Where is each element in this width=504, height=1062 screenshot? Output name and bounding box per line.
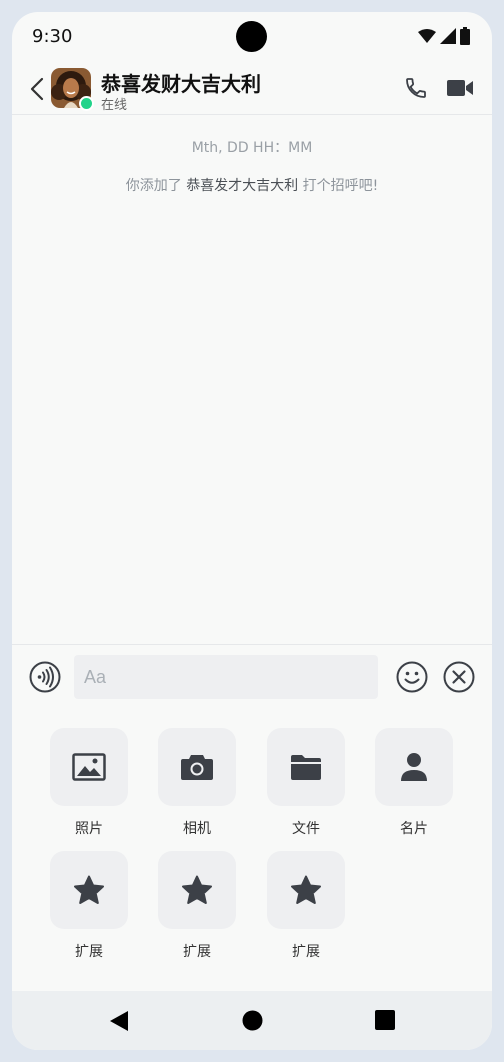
contact-card-label: 名片 bbox=[400, 821, 428, 837]
emoji-icon[interactable] bbox=[396, 661, 428, 693]
input-bar bbox=[12, 644, 492, 711]
signal-icon bbox=[440, 28, 456, 44]
chat-header: 恭喜发财大吉大利 在线 bbox=[12, 64, 492, 115]
system-message-contact: 恭喜发才大吉大利 bbox=[186, 178, 299, 194]
star-icon bbox=[182, 875, 212, 904]
system-nav-bar bbox=[12, 991, 492, 1050]
extension-button[interactable] bbox=[50, 851, 128, 929]
extension-button[interactable] bbox=[158, 851, 236, 929]
camera-button[interactable] bbox=[158, 728, 236, 806]
message-list: Mth, DD HH：MM 你添加了 恭喜发才大吉大利 打个招呼吧! bbox=[12, 115, 492, 643]
battery-icon bbox=[460, 27, 470, 45]
photo-label: 照片 bbox=[75, 821, 103, 837]
close-panel-icon[interactable] bbox=[443, 661, 475, 693]
star-icon bbox=[74, 875, 104, 904]
extension-label: 扩展 bbox=[183, 944, 211, 960]
front-camera bbox=[236, 21, 267, 52]
extension-label: 扩展 bbox=[292, 944, 320, 960]
message-timestamp: Mth, DD HH：MM bbox=[191, 140, 313, 156]
system-message: 你添加了 恭喜发才大吉大利 打个招呼吧! bbox=[12, 175, 492, 195]
file-label: 文件 bbox=[292, 821, 320, 837]
contact-name[interactable]: 恭喜发财大吉大利 bbox=[101, 68, 261, 97]
image-icon bbox=[72, 753, 106, 781]
phone-icon[interactable] bbox=[404, 76, 428, 100]
video-call-icon[interactable] bbox=[446, 75, 474, 101]
message-input[interactable] bbox=[74, 655, 378, 699]
presence-status: 在线 bbox=[101, 98, 128, 113]
folder-icon bbox=[291, 755, 321, 780]
system-message-suffix: 打个招呼吧! bbox=[298, 178, 379, 194]
nav-recents-icon[interactable] bbox=[375, 1010, 395, 1030]
voice-input-icon[interactable] bbox=[29, 661, 61, 693]
star-icon bbox=[291, 875, 321, 904]
extension-button[interactable] bbox=[267, 851, 345, 929]
photo-button[interactable] bbox=[50, 728, 128, 806]
system-message-prefix: 你添加了 bbox=[125, 178, 187, 194]
status-time: 9:30 bbox=[32, 26, 73, 47]
back-arrow-icon[interactable] bbox=[24, 74, 48, 104]
phone-screen: 9:30 恭喜发财大吉大利 在线 Mth, DD HH：MM 你添加了 恭喜发才… bbox=[12, 12, 492, 1050]
extension-label: 扩展 bbox=[75, 944, 103, 960]
person-icon bbox=[401, 753, 427, 781]
online-indicator bbox=[79, 96, 94, 111]
status-bar: 9:30 bbox=[12, 12, 492, 62]
nav-back-icon[interactable] bbox=[109, 1010, 129, 1032]
file-button[interactable] bbox=[267, 728, 345, 806]
contact-card-button[interactable] bbox=[375, 728, 453, 806]
nav-home-icon[interactable] bbox=[242, 1010, 263, 1031]
wifi-icon bbox=[418, 29, 436, 43]
camera-icon bbox=[181, 755, 213, 780]
camera-label: 相机 bbox=[183, 821, 211, 837]
